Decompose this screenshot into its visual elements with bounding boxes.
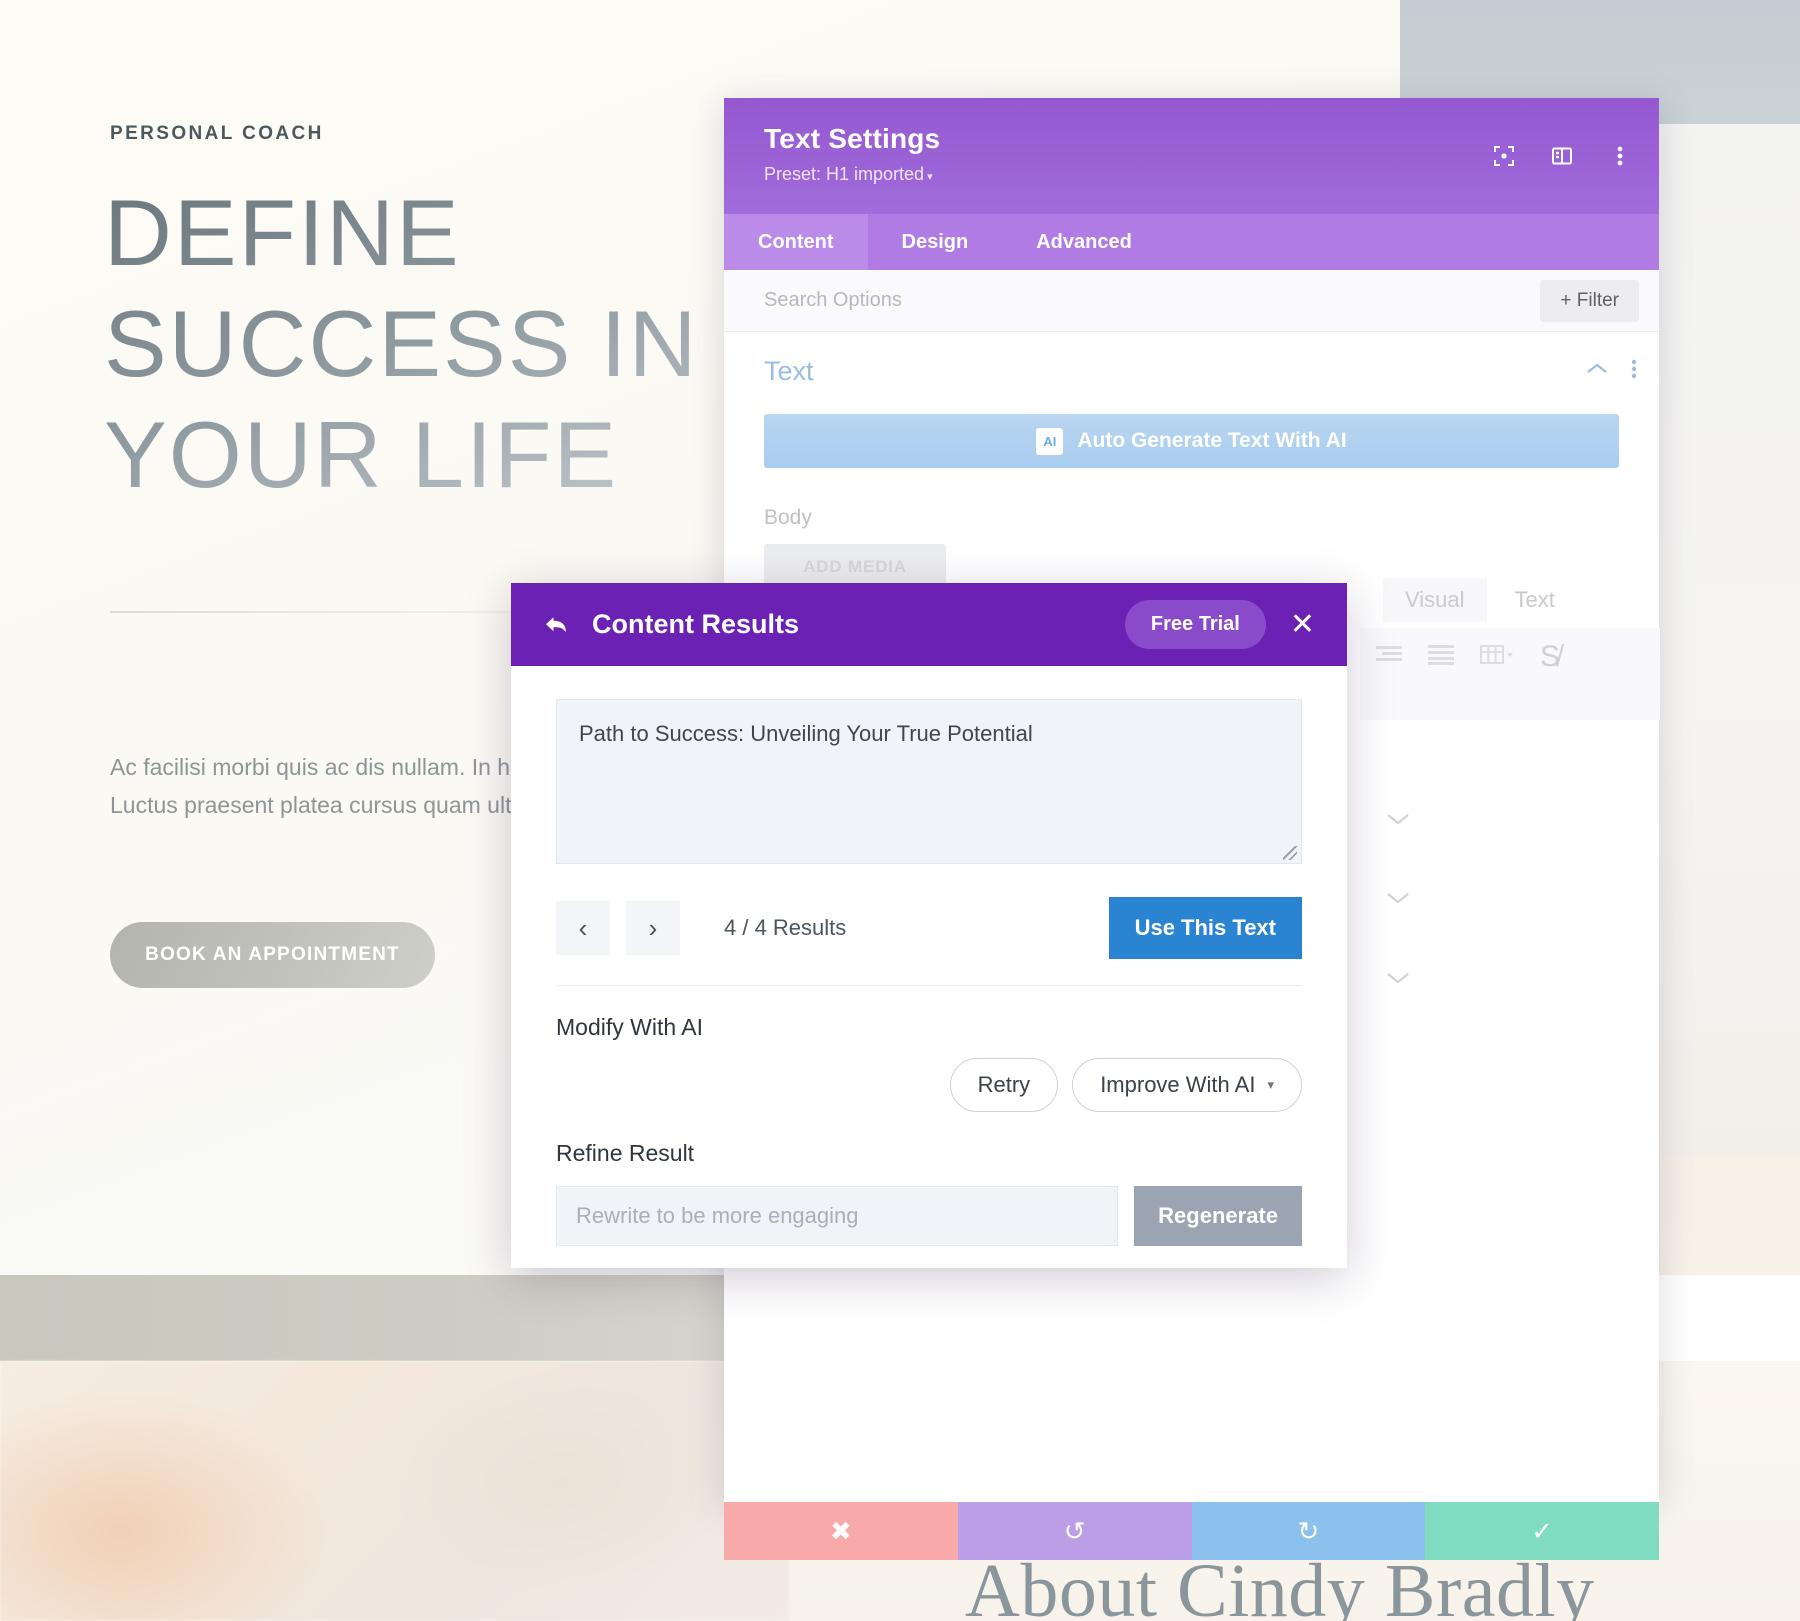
text-section-tools <box>1585 358 1637 385</box>
table-icon[interactable] <box>1480 644 1514 671</box>
search-input[interactable]: Search Options <box>764 289 902 312</box>
free-trial-badge[interactable]: Free Trial <box>1124 600 1266 649</box>
regenerate-button[interactable]: Regenerate <box>1134 1186 1302 1246</box>
body-field-label: Body <box>764 506 812 529</box>
save-button[interactable]: ✓ <box>1425 1502 1659 1560</box>
modify-actions-row: Retry Improve With AI ▾ <box>556 1058 1302 1112</box>
modal-header-right: Free Trial ✕ <box>1124 600 1315 649</box>
text-section-title: Text <box>764 355 814 386</box>
use-this-text-button[interactable]: Use This Text <box>1108 897 1302 959</box>
cancel-button[interactable]: ✖ <box>724 1502 958 1560</box>
chevron-up-icon[interactable] <box>1585 361 1609 382</box>
results-navigation-row: ‹ › 4 / 4 Results Use This Text <box>556 897 1302 959</box>
chevron-down-icon[interactable] <box>1385 962 1411 993</box>
text-section-header: Text <box>724 332 1659 410</box>
chevron-down-icon[interactable] <box>1385 882 1411 913</box>
panel-header-icons <box>1491 143 1633 169</box>
modal-header-left: Content Results <box>544 609 799 640</box>
auto-generate-label: Auto Generate Text With AI <box>1077 429 1347 452</box>
panel-action-bar: ✖ ↺ ↻ ✓ <box>724 1502 1659 1560</box>
panel-header: Text Settings Preset: H1 imported ▾ <box>724 98 1659 214</box>
editor-toolbar-icons: S̸ <box>1376 640 1560 674</box>
result-textarea[interactable]: Path to Success: Unveiling Your True Pot… <box>556 699 1302 864</box>
tab-design[interactable]: Design <box>868 214 1003 270</box>
improve-label: Improve With AI <box>1100 1072 1256 1097</box>
modal-header: Content Results Free Trial ✕ <box>511 583 1347 666</box>
retry-button[interactable]: Retry <box>949 1058 1059 1112</box>
layout-icon[interactable] <box>1549 143 1575 169</box>
more-vertical-icon[interactable] <box>1607 143 1633 169</box>
bottom-photo <box>0 1361 790 1621</box>
back-arrow-icon[interactable] <box>544 614 570 636</box>
undo-button[interactable]: ↺ <box>957 1502 1192 1560</box>
retry-label: Retry <box>977 1072 1031 1097</box>
redo-button[interactable]: ↻ <box>1191 1502 1426 1560</box>
previous-result-button[interactable]: ‹ <box>556 901 610 955</box>
result-text: Path to Success: Unveiling Your True Pot… <box>579 721 1033 746</box>
tab-advanced[interactable]: Advanced <box>1002 214 1166 270</box>
modal-body: Path to Success: Unveiling Your True Pot… <box>511 666 1347 1246</box>
editor-mode-tabs: Visual Text <box>1383 578 1577 622</box>
bottom-gray-band <box>0 1275 790 1361</box>
hero-title: DEFINE SUCCESS IN YOUR LIFE <box>104 178 744 511</box>
next-result-button[interactable]: › <box>626 901 680 955</box>
improve-with-ai-dropdown[interactable]: Improve With AI ▾ <box>1072 1058 1302 1112</box>
tab-visual[interactable]: Visual <box>1383 578 1487 622</box>
search-options-row: Search Options + Filter <box>724 270 1659 332</box>
modify-with-ai-label: Modify With AI <box>556 1014 703 1040</box>
panel-header-titles: Text Settings Preset: H1 imported ▾ <box>764 123 940 185</box>
chevron-down-icon[interactable] <box>1385 803 1411 834</box>
panel-title: Text Settings <box>764 123 941 154</box>
refine-row: Rewrite to be more engaging Regenerate <box>556 1186 1302 1246</box>
screen: PERSONAL COACH DEFINE SUCCESS IN YOUR LI… <box>0 0 1800 1621</box>
tab-content[interactable]: Content <box>724 214 868 270</box>
resize-handle-icon[interactable] <box>1283 846 1297 860</box>
close-icon[interactable]: ✕ <box>1290 609 1315 640</box>
refine-result-label: Refine Result <box>556 1140 695 1166</box>
modal-title: Content Results <box>592 609 800 639</box>
tab-text[interactable]: Text <box>1493 578 1577 622</box>
align-justify-icon[interactable] <box>1428 644 1454 670</box>
panel-preset-selector[interactable]: Preset: H1 imported ▾ <box>764 164 940 185</box>
chevron-down-icon: ▾ <box>927 171 933 183</box>
align-right-icon[interactable] <box>1376 645 1402 670</box>
filter-button[interactable]: + Filter <box>1540 279 1639 322</box>
hero-eyebrow: PERSONAL COACH <box>110 123 324 144</box>
panel-preset-label: Preset: H1 imported <box>764 164 925 184</box>
refine-input[interactable]: Rewrite to be more engaging <box>556 1186 1119 1246</box>
focus-icon[interactable] <box>1491 143 1517 169</box>
book-appointment-button[interactable]: BOOK AN APPOINTMENT <box>110 922 435 988</box>
results-counter: 4 / 4 Results <box>724 915 847 940</box>
strikethrough-icon[interactable]: S̸ <box>1540 640 1560 674</box>
panel-tabs: Content Design Advanced <box>724 214 1659 270</box>
modal-divider <box>556 985 1302 986</box>
content-results-modal: Content Results Free Trial ✕ Path to Suc… <box>511 583 1347 1268</box>
chevron-down-icon: ▾ <box>1267 1077 1274 1092</box>
ai-icon: AI <box>1036 427 1064 455</box>
auto-generate-text-button[interactable]: AI Auto Generate Text With AI <box>764 414 1619 468</box>
more-vertical-icon[interactable] <box>1631 358 1637 385</box>
